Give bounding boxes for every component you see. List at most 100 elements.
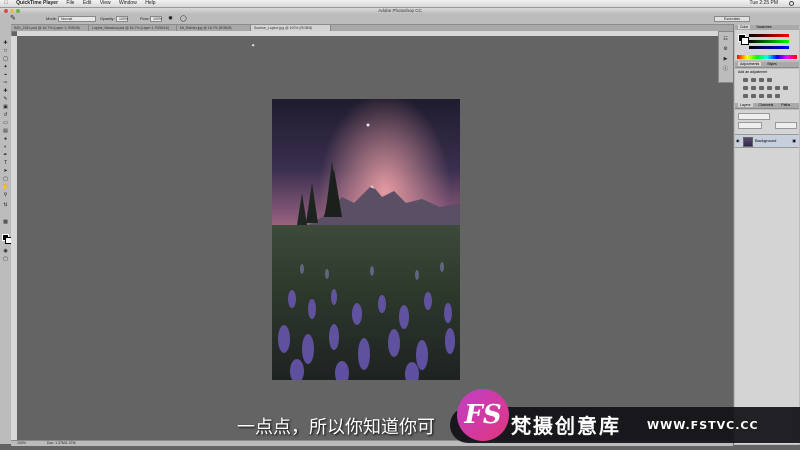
vibrance-adjust-icon[interactable] <box>743 86 748 90</box>
tab-color[interactable]: Color <box>738 25 751 29</box>
threshold-adjust-icon[interactable] <box>759 94 764 98</box>
curves-adjust-icon[interactable] <box>759 78 764 82</box>
history-panel-icon[interactable]: ☷ <box>722 36 729 42</box>
layer-thumbnail <box>743 137 753 147</box>
selective-color-adjust-icon[interactable] <box>775 94 780 98</box>
tab-paths[interactable]: Paths <box>779 103 792 107</box>
panel-icon-dock: ☷ ⚙ ▶ ⓘ <box>718 31 734 83</box>
menu-file[interactable]: File <box>66 0 74 6</box>
eyedropper-tool-icon[interactable]: ✑ <box>2 80 9 86</box>
video-subtitle: 一点点，所以你知道你可 <box>237 417 435 438</box>
actions-panel-icon[interactable]: ▶ <box>722 56 729 62</box>
lupine-meadow-image <box>272 99 460 380</box>
quick-select-tool-icon[interactable]: ✦ <box>2 64 9 70</box>
crop-tool-icon[interactable]: ⌖ <box>2 72 9 78</box>
tab-adjustments[interactable]: Adjustments <box>738 62 762 66</box>
history-brush-tool-icon[interactable]: ↺ <box>2 112 9 118</box>
menu-clock[interactable]: Tue 2:25 PM <box>750 0 778 7</box>
properties-panel-icon[interactable]: ⚙ <box>722 46 729 52</box>
right-panel-dock: Color Swatches Adjustments Styles Add an… <box>733 24 800 445</box>
lasso-tool-icon[interactable]: ◯ <box>2 56 9 62</box>
hand-tool-icon[interactable]: ✋ <box>2 184 9 190</box>
color-spectrum[interactable] <box>737 55 797 59</box>
red-slider[interactable] <box>749 34 789 37</box>
shape-tool-icon[interactable]: ▢ <box>2 176 9 182</box>
minimize-window-icon[interactable] <box>10 9 14 13</box>
zoom-tool-icon[interactable]: ⚲ <box>2 192 9 198</box>
window-title: Adobe Photoshop CC <box>378 8 422 13</box>
eraser-tool-icon[interactable]: ▭ <box>2 120 9 126</box>
hue-saturation-adjust-icon[interactable] <box>751 86 756 90</box>
invert-adjust-icon[interactable] <box>743 94 748 98</box>
color-panel-background[interactable] <box>741 37 749 45</box>
watermark-url: WWW.FSTVC.CC <box>647 419 759 432</box>
document-info[interactable]: Doc: 1.37M/1.37M <box>47 441 76 445</box>
layer-name: Background <box>755 138 777 143</box>
levels-adjust-icon[interactable] <box>751 78 756 82</box>
spotlight-search-icon[interactable] <box>789 1 794 6</box>
clone-stamp-tool-icon[interactable]: ▣ <box>2 104 9 110</box>
document-photo[interactable] <box>272 99 460 380</box>
adjustments-hint: Add an adjustment <box>738 70 768 74</box>
layer-lock-icon: ▣ <box>792 138 796 143</box>
menu-help[interactable]: Help <box>145 0 155 6</box>
layer-filter-select[interactable] <box>738 113 770 120</box>
menu-app-name[interactable]: QuickTime Player <box>16 0 58 6</box>
flow-input[interactable]: 100% <box>150 16 162 22</box>
tab-styles[interactable]: Styles <box>765 62 779 66</box>
menu-view[interactable]: View <box>100 0 111 6</box>
layer-opacity-input[interactable] <box>775 122 797 129</box>
mode-label: Mode: <box>46 16 58 21</box>
menu-bar:  QuickTime Player File Edit View Window… <box>0 0 800 8</box>
layers-panel-tabs: Layers Channels Paths <box>735 103 799 109</box>
tab-layers[interactable]: Layers <box>738 103 753 107</box>
info-panel-icon[interactable]: ⓘ <box>722 66 729 72</box>
marquee-tool-icon[interactable]: □ <box>2 48 9 54</box>
move-tool-icon[interactable]: ✚ <box>2 40 9 46</box>
quick-mask-icon[interactable]: ◉ <box>2 248 9 254</box>
type-tool-icon[interactable]: T <box>2 160 9 166</box>
workspace-switcher[interactable]: Essentials <box>714 16 750 22</box>
flow-label: Flow: <box>140 16 150 21</box>
brush-tool-icon[interactable]: ✎ <box>2 96 9 102</box>
default-colors-icon[interactable]: ▩ <box>2 219 9 225</box>
exposure-adjust-icon[interactable] <box>767 78 772 82</box>
layer-visibility-eye-icon[interactable]: ◉ <box>736 135 740 147</box>
healing-brush-tool-icon[interactable]: ✚ <box>2 88 9 94</box>
tab-channels[interactable]: Channels <box>757 103 776 107</box>
watermark-logo: FS <box>457 389 509 441</box>
adjustments-panel-tabs: Adjustments Styles <box>735 62 799 68</box>
watermark-name: 梵摄创意库 <box>511 414 621 438</box>
pressure-icon[interactable]: ◯ <box>180 14 187 24</box>
menu-window[interactable]: Window <box>119 0 137 6</box>
channel-mixer-adjust-icon[interactable] <box>783 86 788 90</box>
pen-tool-icon[interactable]: ✒ <box>2 152 9 158</box>
zoom-window-icon[interactable] <box>16 9 20 13</box>
blend-mode-select[interactable] <box>738 122 762 129</box>
opacity-input[interactable]: 100% <box>116 16 128 22</box>
menu-edit[interactable]: Edit <box>83 0 92 6</box>
airbrush-icon[interactable]: ✹ <box>168 14 173 24</box>
photo-filter-adjust-icon[interactable] <box>775 86 780 90</box>
brightness-adjust-icon[interactable] <box>743 78 748 82</box>
path-select-tool-icon[interactable]: ➤ <box>2 168 9 174</box>
black-white-adjust-icon[interactable] <box>767 86 772 90</box>
blur-tool-icon[interactable]: ● <box>2 136 9 142</box>
zoom-level[interactable]: 100% <box>17 441 26 445</box>
swap-colors-icon[interactable]: ⇅ <box>2 202 9 208</box>
green-slider[interactable] <box>749 40 789 43</box>
tab-swatches[interactable]: Swatches <box>754 25 773 29</box>
layer-row-background[interactable]: ◉ Background ▣ <box>735 134 799 148</box>
mode-select[interactable]: Normal <box>58 16 96 22</box>
brush-preset-icon[interactable]: ✎ <box>10 15 16 23</box>
dodge-tool-icon[interactable]: ◐ <box>2 144 9 150</box>
close-window-icon[interactable] <box>4 9 8 13</box>
screen-mode-icon[interactable]: ▢ <box>2 256 9 262</box>
gradient-map-adjust-icon[interactable] <box>767 94 772 98</box>
gradient-tool-icon[interactable]: ▤ <box>2 128 9 134</box>
apple-menu-icon[interactable]:  <box>4 0 8 6</box>
posterize-adjust-icon[interactable] <box>751 94 756 98</box>
layers-panel: ◉ Background ▣ <box>735 110 799 444</box>
color-balance-adjust-icon[interactable] <box>759 86 764 90</box>
blue-slider[interactable] <box>749 46 789 49</box>
